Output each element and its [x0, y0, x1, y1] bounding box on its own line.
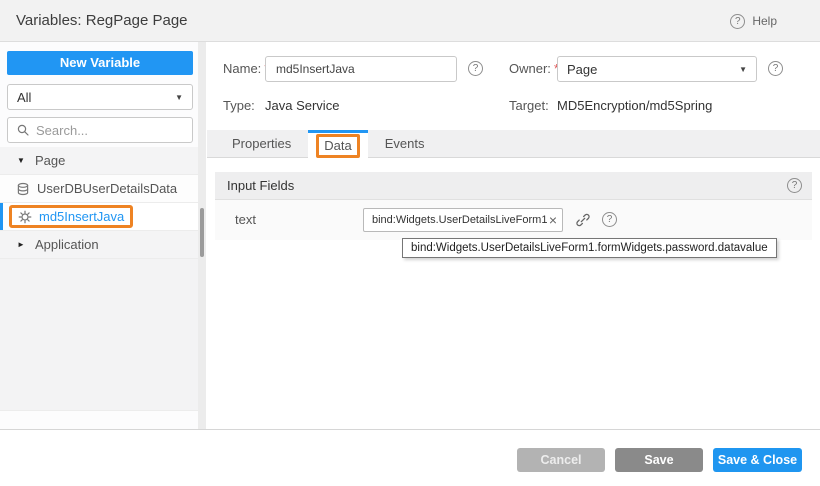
tab-properties[interactable]: Properties — [215, 130, 308, 157]
search-input[interactable] — [36, 123, 184, 138]
input-fields-section: Input Fields ? text bind:Widgets.UserDet… — [215, 172, 812, 240]
variable-detail-panel: Name:* ? Owner:* Page ▼ ? Type: Java Ser… — [207, 42, 820, 429]
tree-node-application[interactable]: ► Application — [0, 231, 198, 259]
input-fields-help-icon[interactable]: ? — [787, 178, 802, 193]
caret-expanded-icon: ▼ — [17, 156, 26, 165]
bind-value-text: bind:Widgets.UserDetailsLiveForm1.fo — [372, 214, 547, 226]
annotation-highlight-box: md5InsertJava — [9, 205, 133, 228]
bind-expression-tooltip: bind:Widgets.UserDetailsLiveForm1.formWi… — [402, 238, 777, 258]
target-value: MD5Encryption/md5Spring — [557, 96, 712, 116]
field-label: text — [235, 200, 256, 240]
owner-label: Owner:* — [509, 56, 559, 82]
target-label: Target: — [509, 96, 549, 116]
tree-node-label: Page — [35, 153, 65, 168]
search-icon — [16, 123, 30, 137]
sidebar-scrollbar[interactable] — [198, 42, 206, 429]
input-field-row-text: text bind:Widgets.UserDetailsLiveForm1.f… — [215, 200, 812, 240]
chevron-down-icon: ▼ — [739, 65, 747, 74]
tree-node-md5insertjava[interactable]: md5InsertJava — [0, 203, 198, 231]
field-help-icon[interactable]: ? — [602, 212, 617, 227]
variable-filter-select[interactable]: All ▼ — [7, 84, 193, 110]
variables-dialog: Variables: RegPage Page ? Help New Varia… — [0, 0, 820, 486]
tree-node-label: md5InsertJava — [39, 209, 124, 224]
detail-tabbar: Properties Data Events — [207, 130, 820, 158]
tab-data[interactable]: Data — [308, 130, 367, 158]
tab-events[interactable]: Events — [368, 130, 442, 157]
chevron-down-icon: ▼ — [175, 93, 183, 102]
dialog-footer: Cancel Save Save & Close — [0, 429, 820, 486]
sidebar-scrollbar-thumb[interactable] — [200, 208, 204, 257]
tree-node-label: UserDBUserDetailsData — [37, 181, 177, 196]
tree-node-label: Application — [35, 237, 99, 252]
dialog-header: Variables: RegPage Page ? Help — [0, 0, 820, 42]
cancel-button[interactable]: Cancel — [517, 448, 605, 472]
variables-sidebar: New Variable All ▼ ▼ Page — [0, 42, 198, 429]
tree-node-userdbuserdetailsdata[interactable]: UserDBUserDetailsData — [0, 175, 198, 203]
form-row-type-target: Type: Java Service Target: MD5Encryption… — [207, 96, 820, 116]
caret-collapsed-icon: ► — [17, 240, 26, 249]
clear-icon[interactable]: × — [547, 213, 559, 227]
owner-selected-value: Page — [567, 62, 739, 77]
owner-select[interactable]: Page ▼ — [557, 56, 757, 82]
name-input[interactable] — [265, 56, 457, 82]
variables-tree: ▼ Page UserDBUserDetailsData — [0, 147, 198, 411]
selection-indicator — [0, 203, 3, 230]
page-title: Variables: RegPage Page — [16, 0, 188, 42]
bind-value-input[interactable]: bind:Widgets.UserDetailsLiveForm1.fo × — [363, 208, 563, 232]
save-button[interactable]: Save — [615, 448, 703, 472]
section-title: Input Fields — [227, 178, 787, 193]
database-icon — [16, 182, 30, 196]
type-label: Type: — [223, 96, 255, 116]
annotation-highlight-box: Data — [316, 134, 359, 158]
tree-empty-area — [0, 259, 198, 411]
filter-selected-value: All — [17, 90, 175, 105]
name-help-icon[interactable]: ? — [468, 61, 483, 76]
type-value: Java Service — [265, 96, 339, 116]
help-icon: ? — [730, 14, 745, 29]
java-service-icon — [18, 210, 32, 224]
search-box[interactable] — [7, 117, 193, 143]
owner-help-icon[interactable]: ? — [768, 61, 783, 76]
save-and-close-button[interactable]: Save & Close — [713, 448, 802, 472]
form-row-name-owner: Name:* ? Owner:* Page ▼ ? — [207, 56, 820, 82]
bind-link-icon[interactable] — [575, 212, 591, 228]
new-variable-button[interactable]: New Variable — [7, 51, 193, 75]
input-fields-header: Input Fields ? — [215, 172, 812, 200]
tree-node-page[interactable]: ▼ Page — [0, 147, 198, 175]
help-label: Help — [752, 14, 777, 28]
help-button[interactable]: ? Help — [730, 0, 777, 42]
name-label: Name:* — [223, 56, 269, 82]
